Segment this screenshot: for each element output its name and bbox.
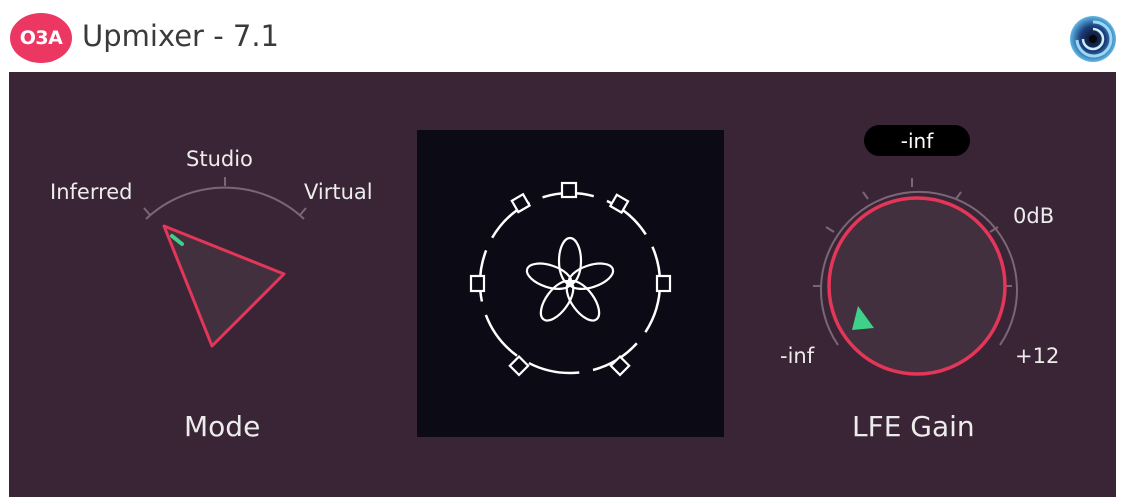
- lfe-scale-min: -inf: [780, 344, 815, 368]
- lfe-scale-0db: 0dB: [1013, 204, 1055, 228]
- lfe-gain-label: LFE Gain: [852, 410, 975, 443]
- lfe-scale-max: +12: [1015, 344, 1060, 368]
